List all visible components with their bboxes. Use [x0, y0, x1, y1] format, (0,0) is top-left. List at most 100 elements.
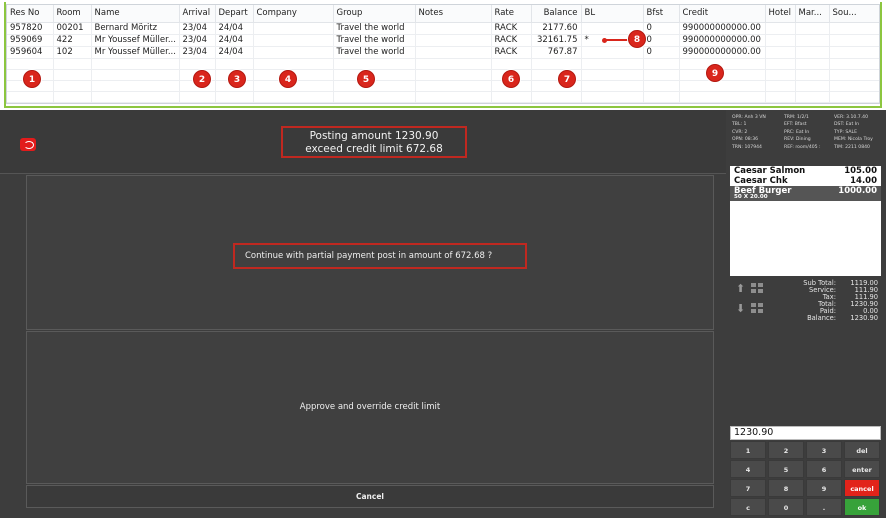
column-header[interactable]: Group — [333, 5, 416, 23]
column-header[interactable]: Name — [91, 5, 180, 23]
empty-cell — [53, 91, 92, 103]
annotation-marker-3: 3 — [228, 70, 246, 88]
table-cell-arrival: 23/04 — [179, 34, 216, 47]
total-label: Balance: — [807, 314, 836, 322]
keypad-key-del[interactable]: del — [844, 441, 880, 459]
credit-limit-line: exceed credit limit 672.68 — [305, 143, 443, 155]
keypad-key-4[interactable]: 4 — [730, 460, 766, 478]
empty-row — [7, 58, 879, 70]
annotation-marker-6: 6 — [502, 70, 520, 88]
keypad-key-cancel[interactable]: cancel — [844, 479, 880, 497]
annotation-marker-7: 7 — [558, 70, 576, 88]
info-field: OPN: 08:36 — [732, 137, 759, 143]
table-cell-name: Bernard Möritz — [91, 22, 180, 35]
keypad-key-c[interactable]: c — [730, 498, 766, 516]
annotation-marker-5: 5 — [357, 70, 375, 88]
keypad-key-dot[interactable]: . — [806, 498, 842, 516]
keypad-key-5[interactable]: 5 — [768, 460, 804, 478]
reservation-table: Res No Room Name Arrival Depart Company Group N… — [6, 4, 880, 104]
receipt-item[interactable]: Beef Burger 50 X 20.00 1000.00 — [730, 186, 881, 201]
table-cell-mar — [795, 22, 830, 35]
table-row[interactable]: 959069 422 Mr Youssef Müller... 23/04 24/04 T… — [7, 34, 879, 47]
table-cell-notes — [415, 34, 492, 47]
table-header-row: Res No Room Name Arrival Depart Company Group N… — [7, 5, 879, 23]
column-header[interactable]: Hotel — [765, 5, 796, 23]
posting-amount-message: Posting amount 1230.90 exceed credit lim… — [281, 126, 467, 158]
empty-cell — [795, 80, 830, 92]
approve-override-button[interactable]: Approve and override credit limit — [26, 331, 714, 484]
table-body: 957820 00201 Bernard Möritz 23/04 24/04 Trave… — [7, 22, 879, 103]
collapse-grid-icon[interactable] — [751, 303, 764, 314]
column-header[interactable]: Depart — [215, 5, 254, 23]
empty-cell — [643, 91, 680, 103]
info-field: TRN: 107944 — [732, 144, 762, 150]
keypad-key-0[interactable]: 0 — [768, 498, 804, 516]
item-price: 105.00 — [844, 166, 877, 176]
empty-cell — [179, 91, 216, 103]
keypad-key-ok[interactable]: ok — [844, 498, 880, 516]
empty-row — [7, 69, 879, 81]
column-header[interactable]: Balance — [531, 5, 582, 23]
item-price: 1000.00 — [838, 186, 877, 196]
credit-limit-dialog: Posting amount 1230.90 exceed credit lim… — [0, 110, 726, 518]
empty-cell — [765, 69, 796, 81]
column-header[interactable]: Bfst — [643, 5, 680, 23]
column-header[interactable]: Rate — [491, 5, 532, 23]
table-cell-group: Travel the world — [333, 34, 416, 47]
keypad-key-9[interactable]: 9 — [806, 479, 842, 497]
info-field: MEM: Nicola Troy — [834, 137, 873, 143]
keypad-key-7[interactable]: 7 — [730, 479, 766, 497]
keypad-key-2[interactable]: 2 — [768, 441, 804, 459]
table-cell-sou — [829, 46, 879, 59]
column-header[interactable]: Credit — [679, 5, 766, 23]
receipt-item[interactable]: Caesar Chk 14.00 — [730, 176, 881, 186]
empty-cell — [765, 58, 796, 70]
column-header[interactable]: Res No — [7, 5, 54, 23]
empty-cell — [215, 91, 254, 103]
empty-cell — [491, 58, 532, 70]
table-cell-credit: 990000000000.00 — [679, 22, 766, 35]
keypad-key-8[interactable]: 8 — [768, 479, 804, 497]
keypad-key-3[interactable]: 3 — [806, 441, 842, 459]
table-row[interactable]: 957820 00201 Bernard Möritz 23/04 24/04 Trave… — [7, 22, 879, 35]
posting-amount-line: Posting amount 1230.90 — [309, 130, 439, 142]
empty-cell — [581, 58, 644, 70]
table-cell-arrival: 23/04 — [179, 46, 216, 59]
table-cell-res-no: 959069 — [7, 34, 54, 47]
info-field: TIM: 2211 0840 — [834, 144, 870, 150]
receipt-item[interactable]: Caesar Salmon 105.00 — [730, 166, 881, 176]
empty-cell — [415, 91, 492, 103]
info-field: DST: Eat In — [834, 122, 860, 128]
table-cell-notes — [415, 22, 492, 35]
cancel-button[interactable]: Cancel — [26, 485, 714, 508]
table-cell-rate: RACK — [491, 34, 532, 47]
table-row[interactable]: 959604 102 Mr Youssef Müller... 23/04 24/04 T… — [7, 46, 879, 59]
expand-grid-icon[interactable] — [751, 283, 764, 294]
column-header[interactable]: Mar... — [795, 5, 830, 23]
table-cell-balance: 2177.60 — [531, 22, 582, 35]
table-cell-balance: 32161.75 — [531, 34, 582, 47]
column-header[interactable]: Sou... — [829, 5, 879, 23]
info-field: PRC: Eat In — [784, 129, 810, 135]
arrow-up-icon[interactable]: ⬆ — [734, 283, 747, 294]
info-field: TBL: 1 — [732, 122, 747, 128]
keypad-key-1[interactable]: 1 — [730, 441, 766, 459]
keypad-key-enter[interactable]: enter — [844, 460, 880, 478]
empty-cell — [795, 91, 830, 103]
column-header[interactable]: Room — [53, 5, 92, 23]
column-header[interactable]: BL — [581, 5, 644, 23]
column-header[interactable]: Notes — [415, 5, 492, 23]
empty-cell — [53, 69, 92, 81]
arrow-down-icon[interactable]: ⬇ — [734, 303, 747, 314]
keypad-key-6[interactable]: 6 — [806, 460, 842, 478]
table-cell-company — [253, 22, 334, 35]
table-cell-rate: RACK — [491, 22, 532, 35]
partial-payment-question-panel[interactable]: Continue with partial payment post in am… — [26, 175, 714, 330]
reservation-grid-area: Res No Room Name Arrival Depart Company Group N… — [0, 0, 886, 110]
column-header[interactable]: Arrival — [179, 5, 216, 23]
table-cell-mar — [795, 46, 830, 59]
empty-cell — [795, 69, 830, 81]
table-cell-bl — [581, 46, 644, 59]
amount-input[interactable]: 1230.90 — [730, 426, 881, 440]
column-header[interactable]: Company — [253, 5, 334, 23]
